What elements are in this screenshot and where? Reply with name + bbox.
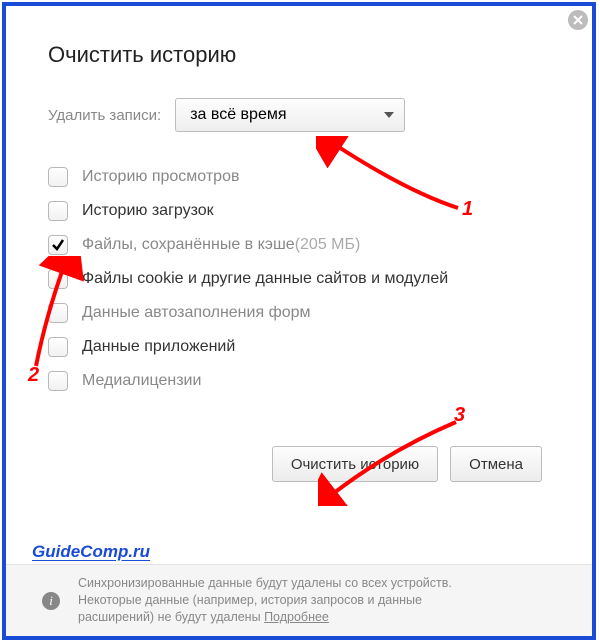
option-row: Историю загрузок: [48, 194, 550, 228]
annotation-number-1: 1: [462, 198, 473, 221]
footer-text: Синхронизированные данные будут удалены …: [78, 575, 452, 626]
range-label: Удалить записи:: [48, 107, 161, 124]
option-row: Медиалицензии: [48, 364, 550, 398]
option-label: Данные приложений: [82, 338, 235, 356]
annotation-number-2: 2: [28, 364, 39, 387]
footer-note: i Синхронизированные данные будут удален…: [6, 564, 592, 636]
option-sublabel: (205 МБ): [295, 236, 361, 254]
option-row: Историю просмотров: [48, 160, 550, 194]
clear-history-button[interactable]: Очистить историю: [272, 446, 438, 482]
time-range-select[interactable]: за всё время: [175, 98, 405, 132]
annotation-number-3: 3: [454, 404, 465, 427]
clear-button-label: Очистить историю: [291, 456, 419, 473]
footer-more-link[interactable]: Подробнее: [264, 610, 329, 624]
option-label: Историю загрузок: [82, 202, 214, 220]
option-row: Файлы cookie и другие данные сайтов и мо…: [48, 262, 550, 296]
option-label: Данные автозаполнения форм: [82, 304, 311, 322]
option-label: Историю просмотров: [82, 168, 239, 186]
option-checkbox[interactable]: [48, 337, 68, 357]
dialog-title: Очистить историю: [48, 42, 550, 68]
option-label: Медиалицензии: [82, 372, 201, 390]
check-icon: [51, 238, 65, 252]
close-button[interactable]: [568, 10, 588, 30]
option-checkbox[interactable]: [48, 303, 68, 323]
option-row: Данные приложений: [48, 330, 550, 364]
option-checkbox[interactable]: [48, 371, 68, 391]
close-icon: [573, 15, 583, 25]
watermark-link[interactable]: GuideComp.ru: [32, 542, 150, 562]
cancel-button[interactable]: Отмена: [450, 446, 542, 482]
info-icon: i: [42, 592, 60, 610]
chevron-down-icon: [384, 112, 394, 118]
cancel-button-label: Отмена: [469, 456, 523, 473]
option-checkbox[interactable]: [48, 269, 68, 289]
option-row: Данные автозаполнения форм: [48, 296, 550, 330]
option-row: Файлы, сохранённые в кэше (205 МБ): [48, 228, 550, 262]
time-range-value: за всё время: [190, 106, 286, 124]
option-label: Файлы cookie и другие данные сайтов и мо…: [82, 270, 448, 288]
option-checkbox[interactable]: [48, 235, 68, 255]
option-checkbox[interactable]: [48, 167, 68, 187]
option-label: Файлы, сохранённые в кэше: [82, 236, 295, 254]
option-checkbox[interactable]: [48, 201, 68, 221]
